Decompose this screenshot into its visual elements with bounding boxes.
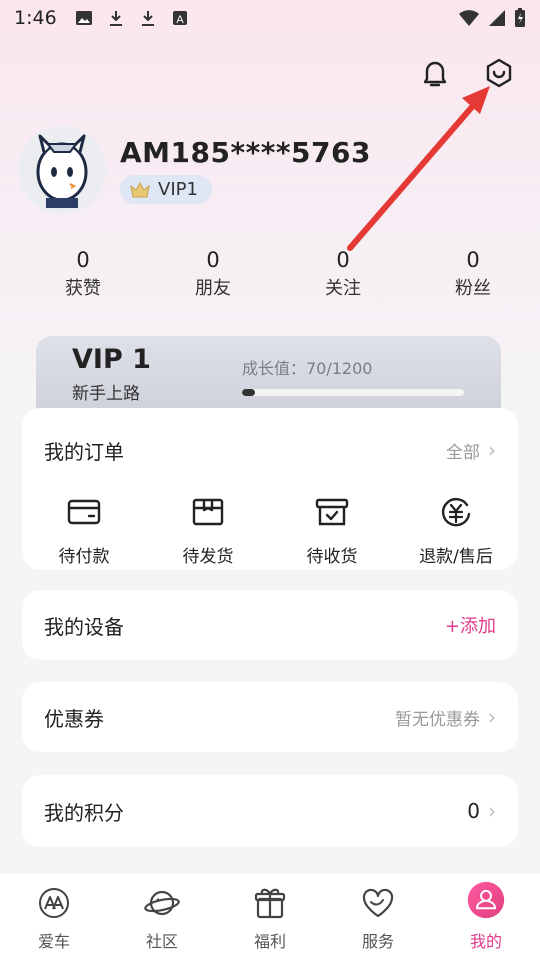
wallet-icon [67,499,101,525]
download-icon [109,11,122,26]
tab-car[interactable]: 爱车 [0,874,108,960]
stat-label: 关注 [325,278,361,299]
social-stats: 0 获赞 0 朋友 0 关注 0 粉丝 [18,248,538,300]
vip-badge-label: VIP1 [158,179,198,200]
tab-label: 社区 [145,932,178,951]
order-label: 待收货 [306,547,358,567]
coupon-card[interactable]: 优惠券 暂无优惠券 › [22,682,518,752]
bell-icon [423,61,447,87]
signal-icon [489,10,505,26]
avatar[interactable] [18,126,106,214]
stat-value: 0 [466,248,480,272]
tab-mine[interactable]: 我的 [432,874,540,960]
chevron-right-icon: › [488,438,496,462]
settings-hex-icon [486,58,512,88]
car-brand-icon [39,888,69,918]
receive-box-icon [315,498,349,526]
points-card[interactable]: 我的积分 0 › [22,775,518,847]
vip-badge[interactable]: VIP1 [120,175,212,204]
stat-friends[interactable]: 0 朋友 [148,248,278,300]
download-icon [141,11,154,26]
a-icon: A [172,11,187,26]
gift-icon [254,888,286,919]
add-device-button[interactable]: +添加 [445,612,496,638]
order-pending-payment[interactable]: 待付款 [22,492,146,567]
stat-label: 粉丝 [455,278,491,299]
coupon-title: 优惠券 [44,706,104,731]
tab-benefits[interactable]: 福利 [216,874,324,960]
bottom-tab-bar: 爱车 社区 福利 服务 我的 [0,874,540,960]
coupon-status: 暂无优惠券 [395,709,480,730]
profile-icon [467,881,505,919]
battery-icon [515,8,525,27]
crown-icon [130,181,150,197]
tab-community[interactable]: 社区 [108,874,216,960]
image-icon [75,11,92,25]
stat-label: 获赞 [65,278,101,299]
orders-card: 我的订单 全部 › 待付款 待发货 待收货 退款/售后 [22,408,518,570]
order-pending-receipt[interactable]: 待收货 [270,492,394,567]
chevron-right-icon: › [488,705,496,729]
stat-likes[interactable]: 0 获赞 [18,248,148,300]
svg-text:A: A [176,14,184,26]
refund-icon [442,498,471,527]
tab-label: 我的 [469,932,502,951]
stat-value: 0 [206,248,220,272]
tab-label: 福利 [253,932,286,951]
growth-label: 成长值：70/1200 [242,359,373,378]
stat-fans[interactable]: 0 粉丝 [408,248,538,300]
tab-label: 爱车 [37,932,70,951]
order-label: 待发货 [182,547,234,567]
growth-progress-fill [242,389,255,396]
stat-following[interactable]: 0 关注 [278,248,408,300]
order-refund[interactable]: 退款/售后 [394,492,518,567]
chevron-right-icon: › [488,799,496,823]
profile-header: AM185****5763 VIP1 [18,126,371,214]
status-time: 1:46 [14,7,57,29]
planet-icon [144,890,180,916]
status-bar: 1:46 A [0,0,540,36]
username: AM185****5763 [120,136,371,169]
heart-icon [362,888,394,918]
points-title: 我的积分 [44,800,124,825]
order-label: 待付款 [58,547,110,567]
tab-label: 服务 [361,932,394,951]
order-pending-shipment[interactable]: 待发货 [146,492,270,567]
tab-service[interactable]: 服务 [324,874,432,960]
device-card[interactable]: 我的设备 +添加 [22,590,518,660]
orders-all-link[interactable]: 全部 › [446,438,496,463]
mascot-avatar-icon [36,134,88,208]
order-label: 退款/售后 [419,547,493,567]
settings-button[interactable] [482,56,516,90]
points-value: 0 [467,799,480,823]
stat-value: 0 [336,248,350,272]
wifi-icon [459,10,479,26]
box-icon [192,498,224,526]
orders-title: 我的订单 [44,439,124,464]
notification-button[interactable] [418,56,452,90]
orders-all-label: 全部 [446,442,480,463]
stat-label: 朋友 [195,278,231,299]
device-title: 我的设备 [44,614,124,639]
growth-section: 成长值：70/1200 [242,355,464,396]
header-actions [418,56,516,90]
growth-progress-bar [242,389,464,396]
stat-value: 0 [76,248,90,272]
